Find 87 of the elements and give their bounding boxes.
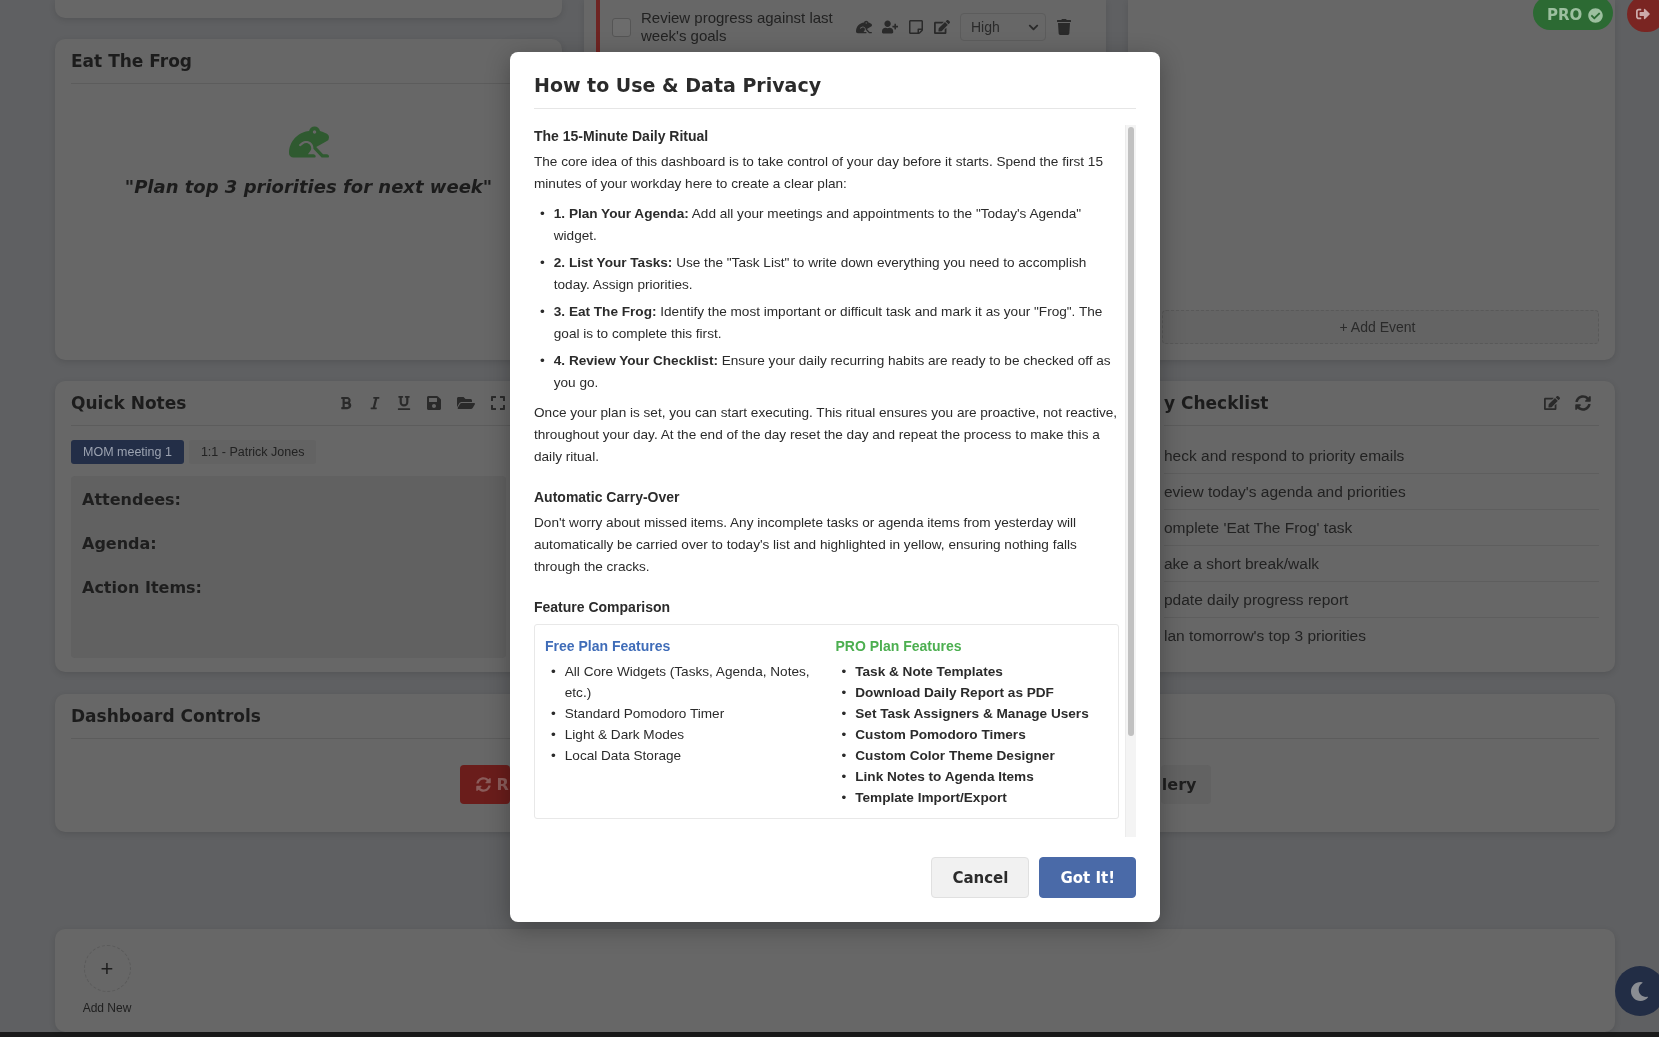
list-item: 2. List Your Tasks: Use the "Task List" to write down everything you need to accomplish today. Assign priorities. — [553, 254, 1088, 294]
frog-task: "Plan top 3 priorities for next week" — [124, 176, 493, 197]
moon-icon — [1630, 981, 1649, 1001]
feature-item: Download Daily Report as PDF — [855, 684, 1054, 702]
save-icon[interactable] — [426, 395, 442, 411]
bullet: • — [841, 684, 847, 702]
task-text: Review progress against last week's goals — [641, 9, 834, 45]
note-editor[interactable]: Attendees: Agenda: Action Items: — [71, 476, 506, 658]
dialog-button[interactable]: Got It! — [1039, 857, 1136, 898]
feature-item: Local Data Storage — [564, 747, 682, 765]
feature-item: Link Notes to Agenda Items — [855, 768, 1034, 786]
checklist-item[interactable]: eview today's agenda and priorities — [1164, 474, 1599, 510]
bullet: • — [540, 205, 545, 223]
checklist-item[interactable]: ake a short break/walk — [1164, 546, 1599, 582]
bold-icon[interactable] — [339, 396, 353, 410]
badge-label: PRO — [1547, 6, 1583, 24]
edit-icon[interactable] — [1544, 395, 1560, 411]
bullet: • — [841, 747, 847, 765]
feature-item: Custom Color Theme Designer — [855, 747, 1055, 765]
dialog-title: How to Use & Data Privacy — [534, 74, 1136, 109]
checklist-item[interactable]: lan tomorrow's top 3 priorities — [1164, 618, 1599, 654]
card-title: Dashboard Controls — [71, 706, 261, 726]
feature-item: Light & Dark Modes — [564, 726, 685, 744]
feature-item: Task & Note Templates — [855, 663, 1003, 681]
section-heading: Feature Comparison — [534, 598, 672, 617]
checklist-item[interactable]: pdate daily progress report — [1164, 582, 1599, 618]
bullet: • — [540, 352, 545, 370]
logout-icon — [1636, 7, 1650, 21]
bullet: • — [551, 663, 556, 681]
plan-heading: Free Plan Features — [545, 637, 672, 656]
underline-icon[interactable] — [397, 396, 411, 410]
paragraph: The core idea of this dashboard is to take control of your day before it starts. Spend the first 15 minutes of your workday here to create a clear plan: — [534, 153, 1104, 193]
bullet: • — [551, 726, 556, 744]
trash-icon[interactable] — [1056, 19, 1072, 35]
scrollbar[interactable] — [1125, 125, 1136, 837]
pro-badge[interactable]: PRO — [1533, 0, 1614, 30]
add-widget-label: Add New — [82, 1001, 132, 1015]
paragraph: Don't worry about missed items. Any incomplete tasks or agenda items from yesterday will automatically be carried over to today's list and highlighted in yellow, ensuring nothing falls through the cracks. — [534, 514, 1078, 576]
section-heading: The 15-Minute Daily Ritual — [534, 127, 710, 146]
note-tab[interactable]: MOM meeting 1 — [71, 440, 184, 464]
section-heading: Automatic Carry-Over — [534, 488, 681, 507]
note-icon[interactable] — [908, 19, 924, 35]
card-title: Quick Notes — [71, 393, 187, 413]
add-widget-button[interactable]: + — [83, 945, 131, 992]
list-item: 3. Eat The Frog: Identify the most important or difficult task and mark it as your "Frog". The goal is to complete this first. — [553, 303, 1104, 343]
bullet: • — [841, 705, 847, 723]
bullet: • — [551, 705, 556, 723]
dialog-button[interactable]: Cancel — [931, 857, 1030, 898]
list-item: 1. Plan Your Agenda: Add all your meetings and appointments to the "Today's Agenda" widget. — [553, 205, 1083, 245]
italic-icon[interactable] — [368, 396, 382, 410]
person-plus-icon[interactable] — [882, 19, 898, 35]
expand-icon[interactable] — [490, 395, 506, 411]
task-checkbox[interactable] — [612, 17, 631, 37]
checklist-item[interactable]: omplete 'Eat The Frog' task — [1164, 510, 1599, 546]
control-button[interactable]: lery — [1160, 765, 1211, 804]
refresh-icon[interactable] — [1575, 395, 1591, 411]
bullet: • — [551, 747, 556, 765]
note-heading: Attendees: — [82, 490, 182, 509]
priority-dropdown[interactable]: High — [960, 13, 1046, 41]
card-title: Eat The Frog — [71, 51, 193, 71]
theme-toggle-button[interactable] — [1615, 966, 1659, 1016]
refresh-icon — [475, 777, 491, 792]
note-tab[interactable]: 1:1 - Patrick Jones — [188, 440, 317, 464]
feature-item: Set Task Assigners & Manage Users — [855, 705, 1089, 723]
list-item: 4. Review Your Checklist: Ensure your daily recurring habits are ready to be checked off as you go. — [553, 352, 1112, 392]
card-title: y Checklist — [1164, 393, 1269, 413]
note-heading: Agenda: — [82, 534, 158, 553]
plan-heading: PRO Plan Features — [835, 637, 963, 656]
logout-button[interactable] — [1627, 0, 1659, 32]
bullet: • — [841, 663, 847, 681]
edit-icon[interactable] — [934, 19, 950, 35]
bullet: • — [841, 726, 847, 744]
frog-icon[interactable] — [856, 19, 872, 35]
control-button[interactable]: R — [459, 765, 510, 804]
note-heading: Action Items: — [82, 578, 203, 597]
bullet: • — [841, 789, 847, 807]
paragraph: Once your plan is set, you can start executing. This ritual ensures you are proactive, not reactive, throughout your day. At the end of the day reset the day and repeat the process to make this a daily ritual. — [534, 404, 1119, 466]
feature-item: Custom Pomodoro Timers — [855, 726, 1026, 744]
feature-item: Template Import/Export — [855, 789, 1007, 807]
bullet: • — [841, 768, 847, 786]
bullet: • — [540, 254, 545, 272]
checklist-item[interactable]: heck and respond to priority emails — [1164, 438, 1599, 474]
bullet: • — [540, 303, 545, 321]
feature-item: Standard Pomodoro Timer — [564, 705, 725, 723]
add-event-button[interactable]: + Add Event — [1162, 310, 1599, 344]
folder-icon[interactable] — [457, 394, 475, 412]
feature-item: All Core Widgets (Tasks, Agenda, Notes, etc.) — [564, 663, 811, 702]
